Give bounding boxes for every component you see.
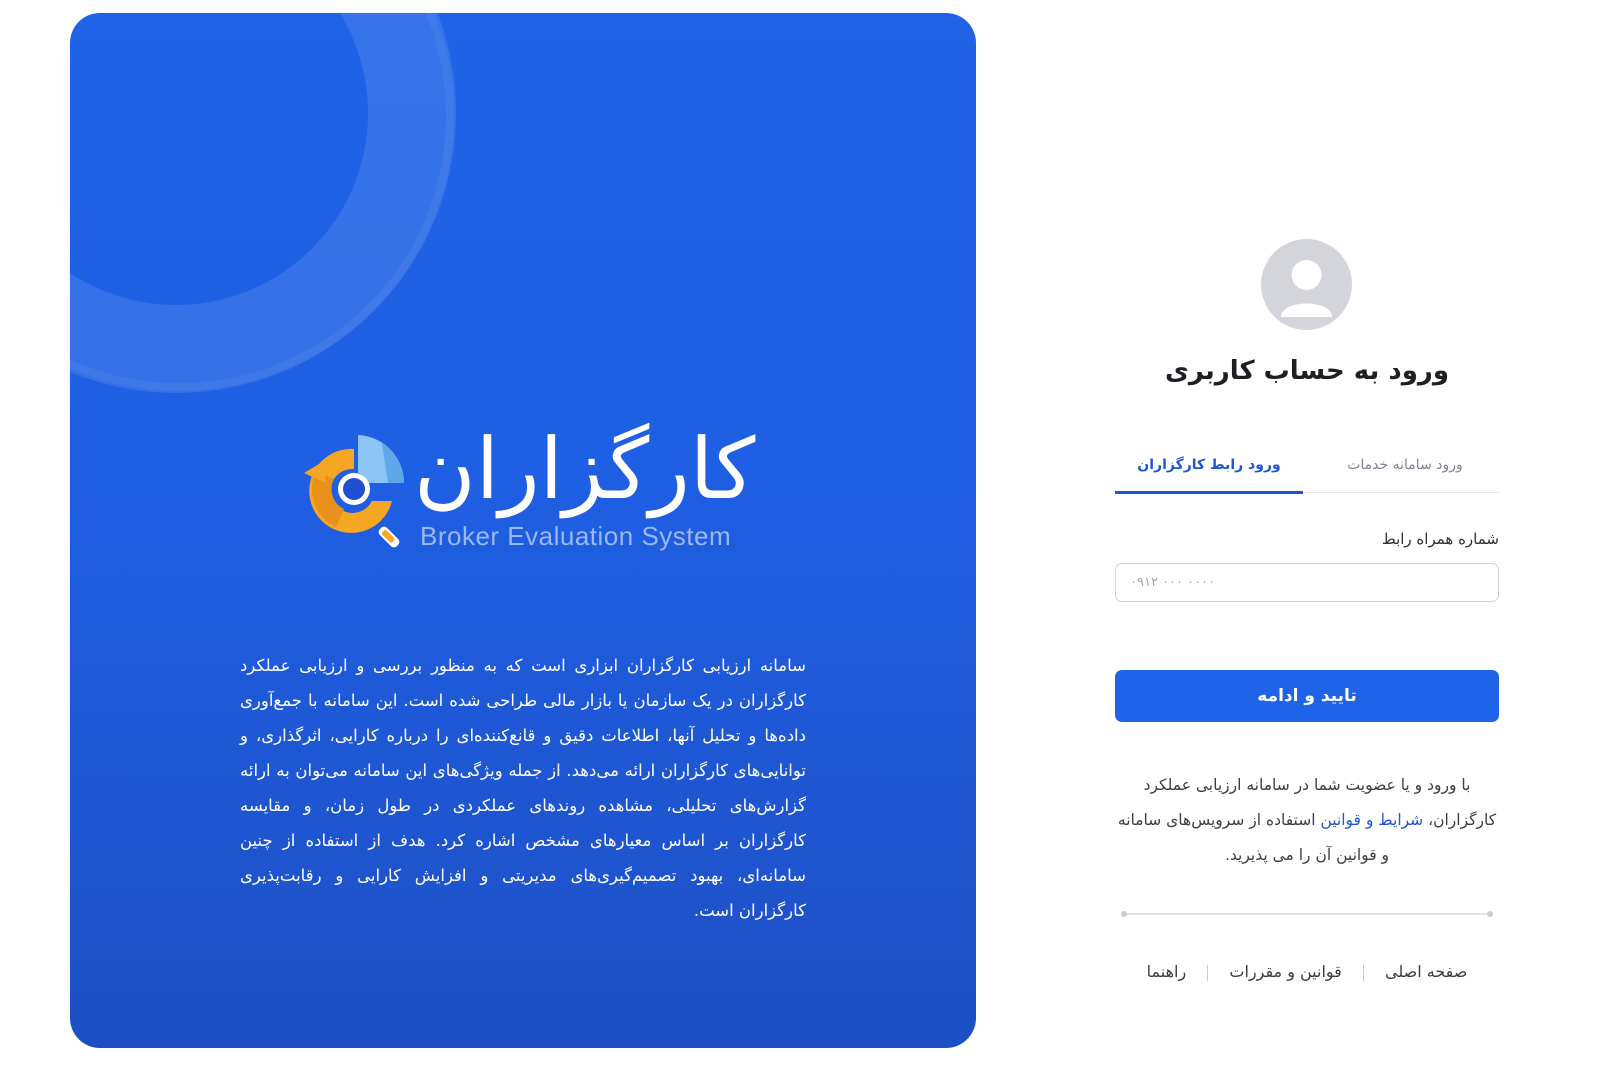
- user-avatar-icon: [1261, 239, 1352, 330]
- brand-logo: کارگزاران Broker Evaluation System: [296, 427, 756, 561]
- logo-title-fa: کارگزاران: [414, 420, 756, 518]
- logo-title-en: Broker Evaluation System: [420, 521, 732, 551]
- login-panel: ورود به حساب کاربری ورود رابط کارگزاران …: [1115, 0, 1499, 1074]
- phone-input[interactable]: [1115, 563, 1499, 602]
- tab-service-system[interactable]: ورود سامانه خدمات: [1311, 450, 1499, 491]
- decorative-ring-edge: [70, 13, 454, 391]
- footer-link-rules[interactable]: قوانین و مقررات: [1229, 962, 1341, 981]
- broker-logo-icon: [304, 435, 404, 548]
- hero-panel: کارگزاران Broker Evaluation System سامان…: [70, 13, 976, 1048]
- footer-links: صفحه اصلی قوانین و مقررات راهنما: [1115, 962, 1499, 981]
- submit-button[interactable]: تایید و ادامه: [1115, 670, 1499, 722]
- page-title: ورود به حساب کاربری: [1164, 356, 1450, 386]
- footer-divider: [1121, 911, 1493, 917]
- phone-field-label: شماره همراه رابط: [1381, 530, 1499, 548]
- login-tabs: ورود رابط کارگزاران ورود سامانه خدمات: [1115, 450, 1499, 494]
- terms-notice: با ورود و یا عضویت شما در سامانه ارزیابی…: [1115, 768, 1499, 873]
- footer-separator: [1362, 964, 1364, 981]
- terms-link[interactable]: شرایط و قوانین: [1320, 811, 1423, 829]
- footer-link-home[interactable]: صفحه اصلی: [1385, 962, 1467, 981]
- tab-broker-liaison[interactable]: ورود رابط کارگزاران: [1115, 450, 1303, 494]
- footer-separator: [1207, 964, 1209, 981]
- footer-link-guide[interactable]: راهنما: [1147, 962, 1187, 981]
- hero-description: سامانه ارزیابی کارگزاران ابزاری است که ب…: [240, 655, 806, 920]
